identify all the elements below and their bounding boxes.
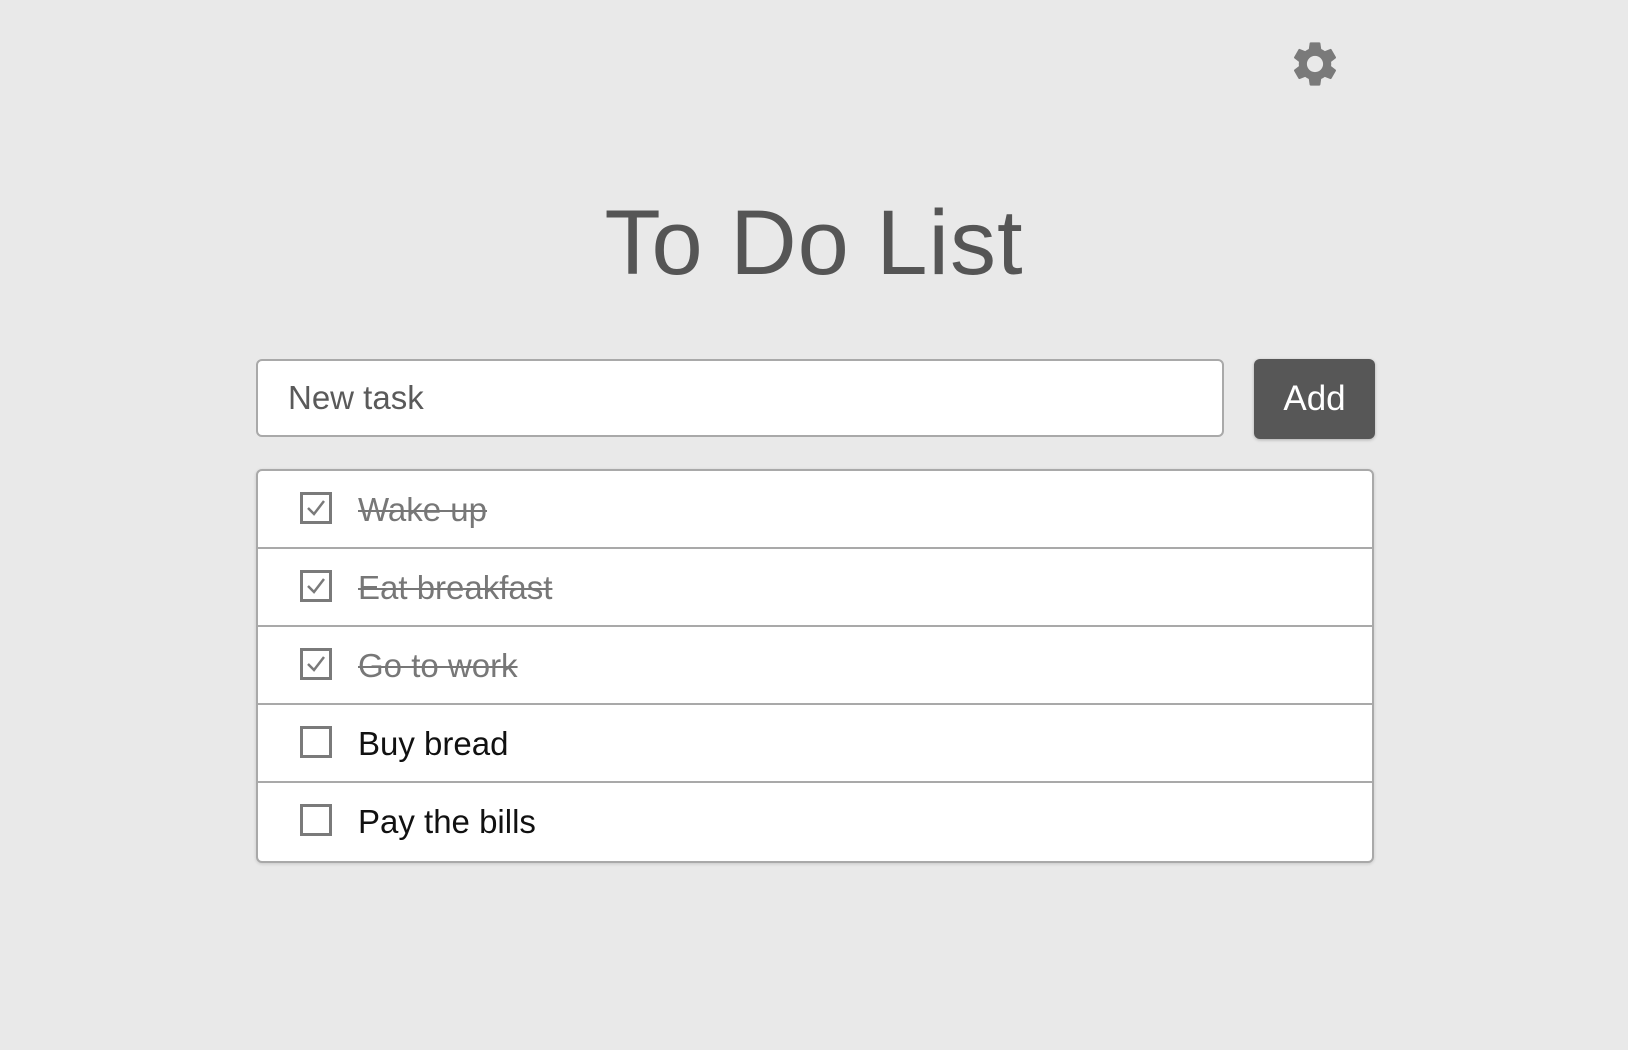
task-label: Wake up [358, 491, 488, 528]
task-label: Buy bread [358, 725, 509, 762]
check-icon [307, 578, 325, 594]
todo-app: To Do List Add Wake up Eat breakfast Go … [0, 0, 1628, 1050]
new-task-input[interactable] [256, 359, 1224, 437]
task-item[interactable]: Eat breakfast [258, 549, 1372, 627]
new-task-row: Add [256, 359, 1375, 439]
page-title: To Do List [604, 192, 1024, 294]
task-item[interactable]: Wake up [258, 471, 1372, 549]
task-checkbox[interactable] [300, 648, 332, 680]
settings-button[interactable] [1288, 37, 1342, 91]
task-checkbox[interactable] [300, 804, 332, 836]
task-label: Go to work [358, 647, 518, 684]
task-checkbox[interactable] [300, 492, 332, 524]
check-icon [307, 500, 325, 516]
task-item[interactable]: Pay the bills [258, 783, 1372, 861]
task-list: Wake up Eat breakfast Go to work Buy bre… [256, 469, 1374, 863]
check-icon [307, 656, 325, 672]
task-label: Eat breakfast [358, 569, 553, 606]
add-button[interactable]: Add [1254, 359, 1375, 439]
gear-icon [1293, 42, 1337, 86]
task-checkbox[interactable] [300, 726, 332, 758]
task-checkbox[interactable] [300, 570, 332, 602]
task-label: Pay the bills [358, 803, 536, 840]
task-item[interactable]: Go to work [258, 627, 1372, 705]
task-item[interactable]: Buy bread [258, 705, 1372, 783]
